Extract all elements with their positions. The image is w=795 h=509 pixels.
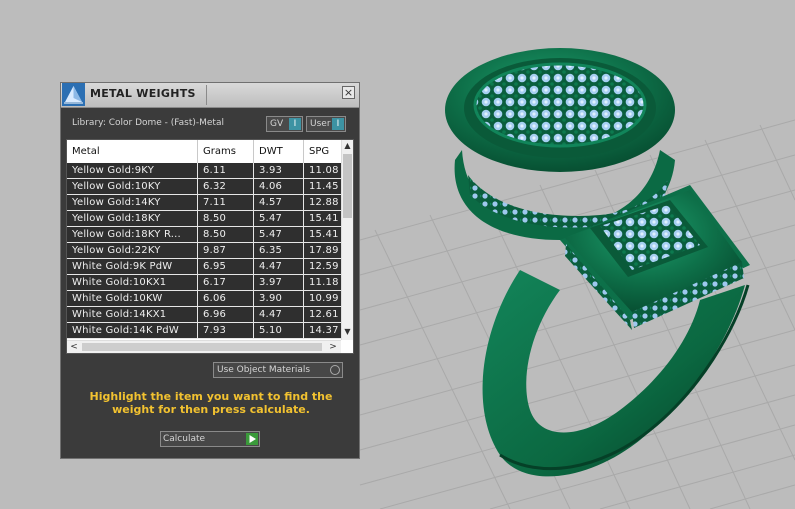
spg-cell: 11.45 (309, 181, 339, 192)
dwt-cell: 3.93 (254, 163, 304, 178)
column-header-grams[interactable]: Grams (198, 140, 254, 163)
spg-cell: 14.37 (309, 325, 339, 336)
panel-titlebar[interactable]: METAL WEIGHTS × (61, 83, 359, 108)
titlebar-divider (206, 85, 207, 105)
grams-cell: 7.93 (198, 323, 254, 338)
column-header-dwt[interactable]: DWT (254, 140, 304, 163)
column-header-metal[interactable]: Metal (67, 140, 198, 163)
metal-cell: White Gold:10KX1 (67, 275, 198, 290)
instruction-text: Highlight the item you want to find the … (89, 390, 333, 416)
calculate-button[interactable]: Calculate (160, 431, 260, 447)
spg-cell: 10.99 (309, 293, 339, 304)
play-icon (246, 433, 258, 445)
close-icon[interactable]: × (342, 86, 355, 99)
spg-cell: 17.89 (309, 245, 339, 256)
table-row[interactable]: White Gold:9K PdW 6.95 4.47 12.59 (67, 259, 341, 275)
horizontal-scroll-thumb[interactable] (82, 343, 322, 351)
grams-cell: 6.96 (198, 307, 254, 322)
table-header: Metal Grams DWT SPG (67, 140, 341, 163)
spg-cell: 12.59 (309, 261, 339, 272)
dwt-cell: 6.35 (254, 243, 304, 258)
dwt-cell: 4.47 (254, 259, 304, 274)
grams-cell: 8.50 (198, 227, 254, 242)
spg-cell: 12.88 (309, 197, 339, 208)
table-row[interactable]: White Gold:14K PdW 7.93 5.10 14.37 (67, 323, 341, 339)
table-row[interactable]: Yellow Gold:18KY 8.50 5.47 15.41 (67, 211, 341, 227)
scroll-up-icon[interactable]: ▲ (342, 140, 353, 152)
user-toggle[interactable]: User I (306, 116, 346, 132)
dwt-cell: 3.90 (254, 291, 304, 306)
gv-toggle-indicator: I (289, 118, 301, 130)
vertical-scrollbar[interactable]: ▲ ▼ (341, 140, 353, 340)
spg-cell: 12.61 (309, 309, 339, 320)
scroll-down-icon[interactable]: ▼ (342, 326, 353, 338)
pyramid-logo-icon (62, 83, 85, 106)
gv-toggle-label: GV (270, 119, 284, 129)
metal-cell: White Gold:10KW (67, 291, 198, 306)
scroll-left-icon[interactable]: < (68, 341, 80, 353)
grams-cell: 6.06 (198, 291, 254, 306)
grams-cell: 6.32 (198, 179, 254, 194)
table-row[interactable]: Yellow Gold:22KY 9.87 6.35 17.89 (67, 243, 341, 259)
metal-weights-panel: METAL WEIGHTS × Library: Color Dome - (F… (60, 82, 360, 459)
metal-cell: White Gold:9K PdW (67, 259, 198, 274)
metal-cell: Yellow Gold:10KY (67, 179, 198, 194)
metal-cell: Yellow Gold:22KY (67, 243, 198, 258)
metal-cell: White Gold:14K PdW (67, 323, 198, 338)
dwt-cell: 4.57 (254, 195, 304, 210)
spg-cell: 11.08 (309, 165, 339, 176)
grams-cell: 6.95 (198, 259, 254, 274)
dwt-cell: 4.06 (254, 179, 304, 194)
use-object-materials-toggle[interactable]: Use Object Materials (213, 362, 343, 378)
radio-icon (330, 365, 340, 375)
metal-cell: Yellow Gold:18KY (67, 211, 198, 226)
table-row[interactable]: Yellow Gold:10KY 6.32 4.06 11.45 (67, 179, 341, 195)
grams-cell: 9.87 (198, 243, 254, 258)
grams-cell: 6.11 (198, 163, 254, 178)
table-body: Yellow Gold:9KY 6.11 3.93 11.08 Yellow Gold:… (67, 163, 341, 339)
gv-toggle[interactable]: GV I (266, 116, 303, 132)
table-row[interactable]: Yellow Gold:9KY 6.11 3.93 11.08 (67, 163, 341, 179)
user-toggle-indicator: I (332, 118, 344, 130)
dwt-cell: 5.47 (254, 227, 304, 242)
grams-cell: 7.11 (198, 195, 254, 210)
ring-model (445, 48, 750, 477)
metal-cell: Yellow Gold:18KY R... (67, 227, 198, 242)
panel-title: METAL WEIGHTS (90, 87, 196, 100)
table-row[interactable]: Yellow Gold:18KY R... 8.50 5.47 15.41 (67, 227, 341, 243)
metal-cell: Yellow Gold:14KY (67, 195, 198, 210)
library-label: Library: Color Dome - (Fast)-Metal (72, 118, 224, 128)
column-header-spg[interactable]: SPG (304, 140, 341, 163)
dwt-cell: 4.47 (254, 307, 304, 322)
dwt-cell: 5.10 (254, 323, 304, 338)
dwt-cell: 5.47 (254, 211, 304, 226)
spg-cell: 15.41 (309, 229, 339, 240)
user-toggle-label: User (310, 119, 331, 129)
table-row[interactable]: White Gold:14KX1 6.96 4.47 12.61 (67, 307, 341, 323)
calculate-label: Calculate (163, 434, 206, 444)
grams-cell: 8.50 (198, 211, 254, 226)
dwt-cell: 3.97 (254, 275, 304, 290)
metal-cell: White Gold:14KX1 (67, 307, 198, 322)
metal-table: Metal Grams DWT SPG Yellow Gold:9KY 6.11 3… (66, 139, 354, 354)
horizontal-scrollbar[interactable]: < > (67, 340, 341, 353)
table-row[interactable]: White Gold:10KX1 6.17 3.97 11.18 (67, 275, 341, 291)
spg-cell: 11.18 (309, 277, 339, 288)
spg-cell: 15.41 (309, 213, 339, 224)
metal-cell: Yellow Gold:9KY (67, 163, 198, 178)
scroll-right-icon[interactable]: > (327, 341, 339, 353)
use-object-materials-label: Use Object Materials (217, 365, 311, 375)
vertical-scroll-thumb[interactable] (343, 154, 352, 218)
table-row[interactable]: Yellow Gold:14KY 7.11 4.57 12.88 (67, 195, 341, 211)
grams-cell: 6.17 (198, 275, 254, 290)
table-row[interactable]: White Gold:10KW 6.06 3.90 10.99 (67, 291, 341, 307)
